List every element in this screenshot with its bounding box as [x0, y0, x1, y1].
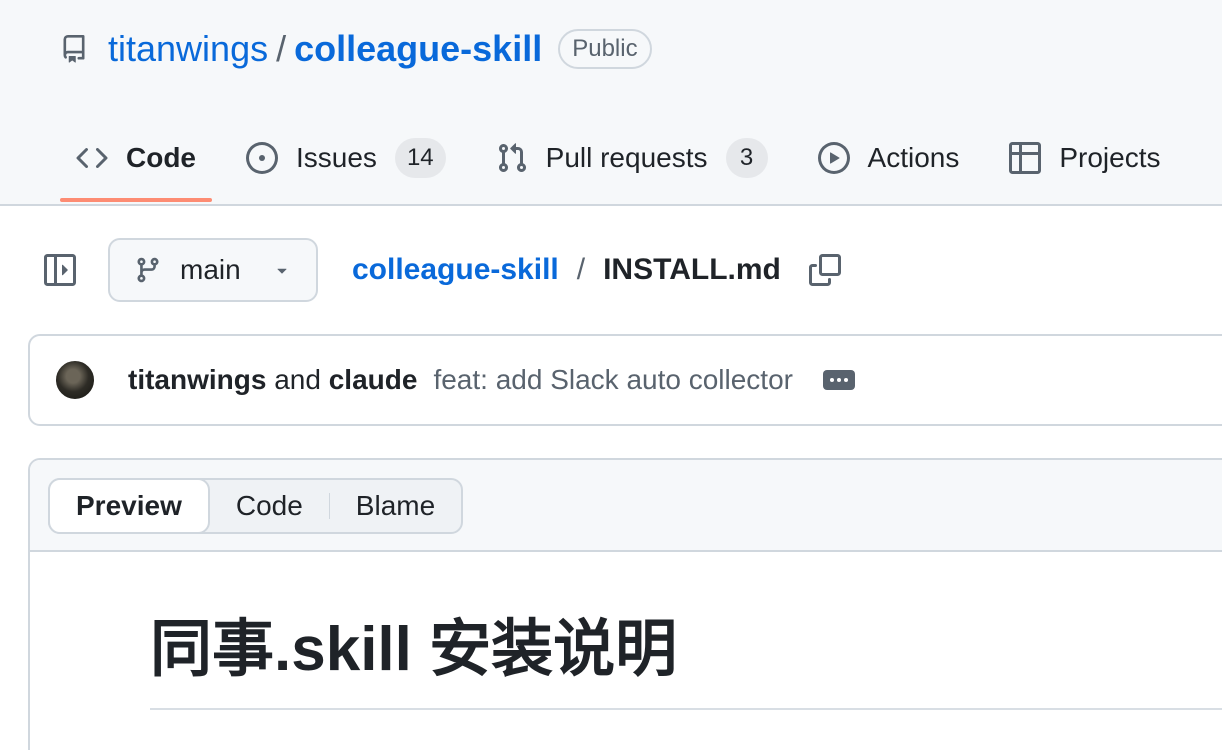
file-viewer-header: Preview Code Blame	[30, 460, 1222, 552]
issue-icon	[246, 142, 278, 174]
tab-code[interactable]: Code	[60, 122, 212, 202]
blame-tab-button[interactable]: Blame	[330, 480, 461, 532]
copy-path-button[interactable]	[808, 254, 841, 286]
tab-actions-label: Actions	[867, 142, 960, 173]
commit-avatars	[54, 359, 116, 401]
play-icon	[817, 142, 850, 174]
tab-projects[interactable]: Projects	[993, 122, 1176, 194]
breadcrumb-separator: /	[576, 253, 586, 286]
pull-requests-count-badge: 3	[725, 138, 768, 178]
heading-divider	[150, 708, 1222, 710]
sidebar-expand-icon	[44, 254, 76, 286]
breadcrumb-repo-link[interactable]: colleague-skill	[352, 253, 559, 287]
preview-tab-button[interactable]: Preview	[48, 478, 210, 534]
tab-pull-requests-label: Pull requests	[545, 142, 708, 173]
ellipsis-dot	[843, 378, 848, 382]
branch-name: main	[180, 254, 241, 285]
code-view-tab-button[interactable]: Code	[210, 480, 329, 532]
branch-selector-button[interactable]: main	[108, 238, 318, 302]
tab-projects-label: Projects	[1059, 142, 1161, 173]
markdown-content: 同事.skill 安装说明	[30, 552, 1222, 710]
ellipsis-dot	[829, 378, 834, 382]
document-title: 同事.skill 安装说明	[150, 615, 678, 684]
repo-header: titanwings / colleague-skill Public Code…	[0, 0, 1222, 206]
table-icon	[1009, 142, 1042, 174]
commit-author-claude[interactable]: claude	[329, 364, 418, 395]
view-mode-segmented-control: Preview Code Blame	[48, 478, 464, 534]
breadcrumb-file-name: INSTALL.md	[603, 253, 781, 286]
commit-message-link[interactable]: feat: add Slack auto collector	[433, 364, 793, 396]
copy-icon	[808, 254, 841, 286]
issues-count-badge: 14	[394, 138, 446, 178]
tab-pull-requests[interactable]: Pull requests 3	[480, 122, 784, 194]
tab-actions[interactable]: Actions	[802, 122, 976, 194]
repo-owner-link[interactable]: titanwings	[108, 28, 268, 70]
git-branch-icon	[137, 257, 159, 283]
file-breadcrumb: colleague-skill / INSTALL.md	[352, 253, 781, 287]
latest-commit-box: titanwings and claude feat: add Slack au…	[28, 334, 1222, 426]
avatar-titanwings[interactable]	[54, 359, 96, 401]
repo-title-line: titanwings / colleague-skill Public	[60, 24, 652, 74]
commit-author-conjunction: and	[274, 364, 321, 395]
repo-name-link[interactable]: colleague-skill	[294, 28, 542, 70]
visibility-badge: Public	[558, 29, 652, 69]
ellipsis-dot	[836, 378, 841, 382]
tab-issues-label: Issues	[296, 142, 377, 173]
commit-author-titanwings[interactable]: titanwings	[128, 364, 266, 395]
code-icon	[76, 147, 108, 169]
expand-commit-message-button[interactable]	[822, 370, 855, 390]
file-navigation-bar: main colleague-skill / INSTALL.md	[28, 238, 1222, 302]
tab-code-label: Code	[126, 142, 196, 173]
file-viewer: Preview Code Blame 同事.skill 安装说明	[28, 458, 1222, 750]
repo-icon	[60, 29, 92, 69]
commit-authors: titanwings and claude	[128, 364, 417, 396]
tab-issues[interactable]: Issues 14	[230, 122, 462, 194]
repo-nav-tabs: Code Issues 14 Pull requests 3 Actions P…	[60, 122, 1195, 206]
caret-down-icon	[277, 268, 287, 274]
pull-request-icon	[498, 143, 526, 173]
repo-path-separator: /	[276, 28, 287, 69]
sidebar-toggle-button[interactable]	[28, 238, 92, 302]
